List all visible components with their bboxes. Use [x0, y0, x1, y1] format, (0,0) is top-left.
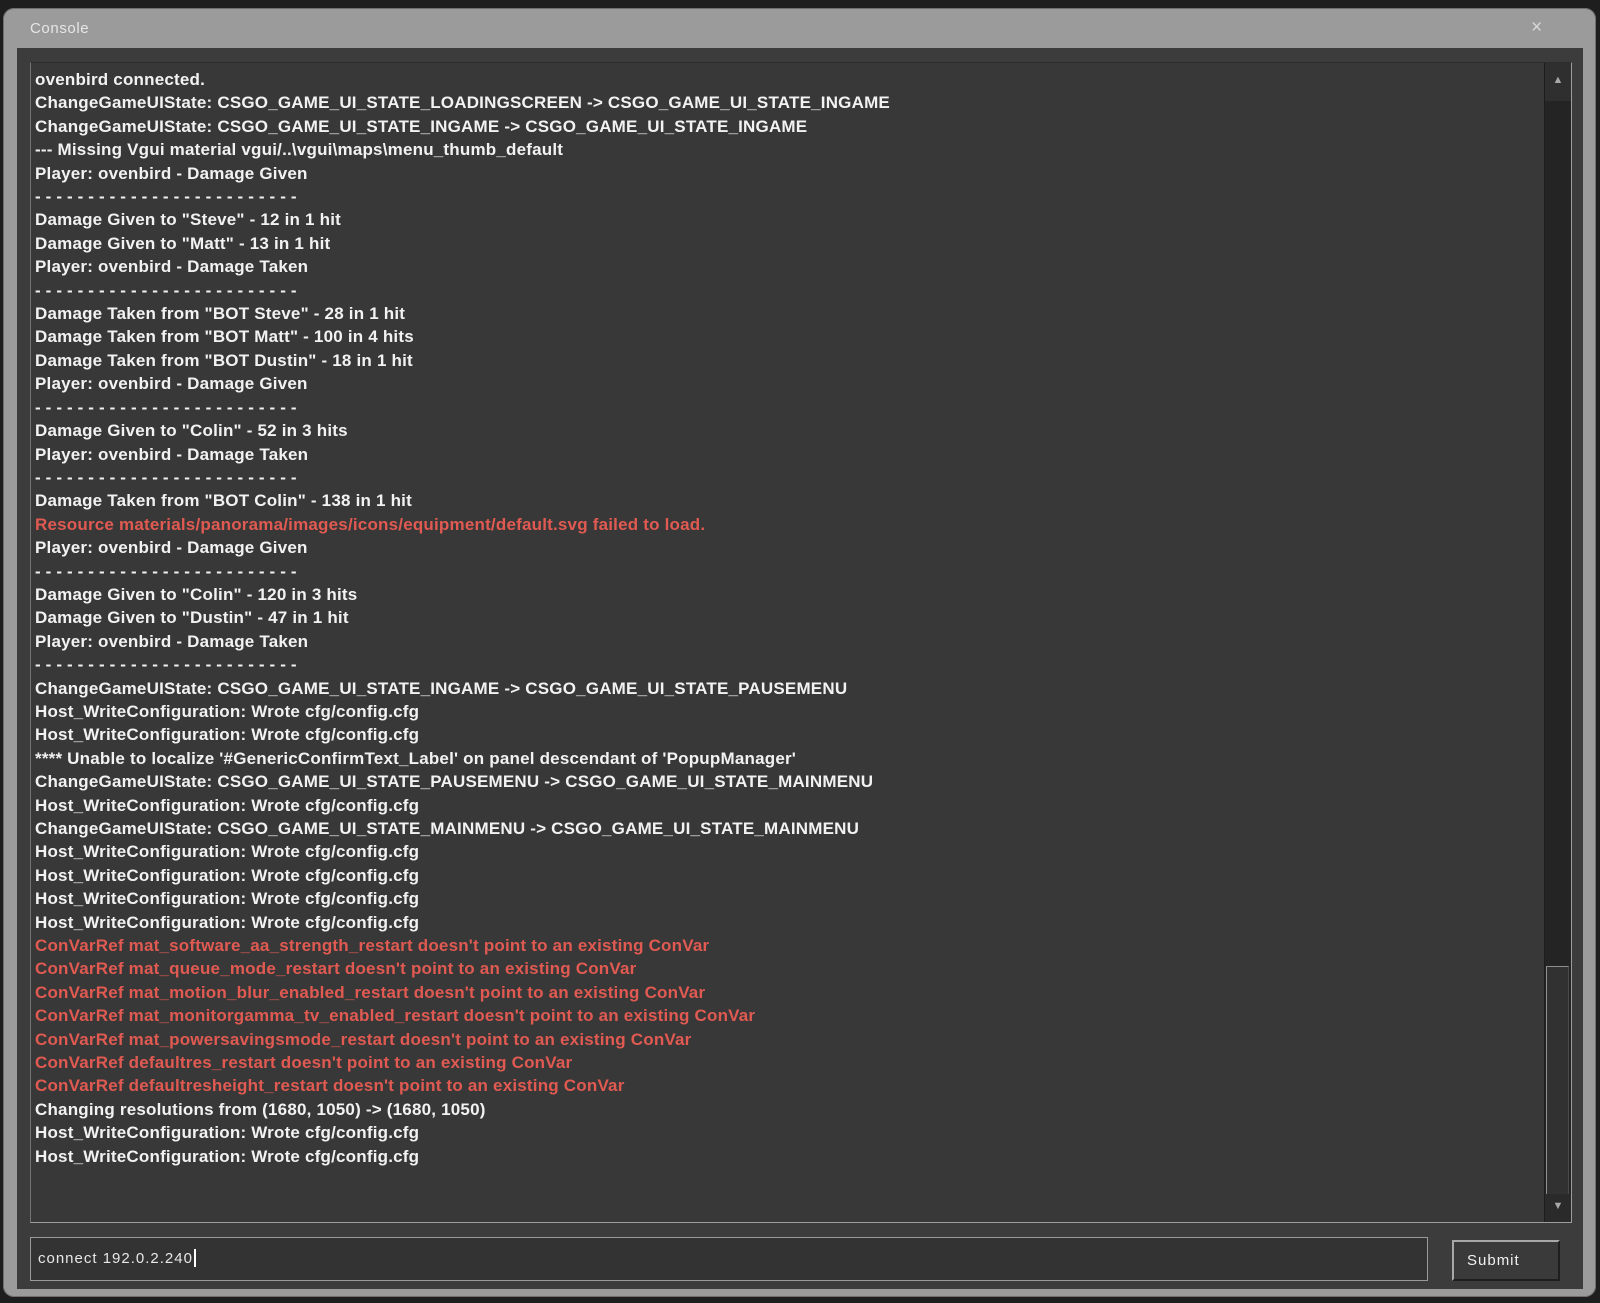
console-line: -------------------------	[35, 185, 1543, 208]
console-line: ConVarRef defaultresheight_restart doesn…	[35, 1074, 1543, 1097]
console-line: Player: ovenbird - Damage Given	[35, 162, 1543, 185]
text-cursor	[194, 1249, 196, 1267]
console-line: Damage Given to "Colin" - 120 in 3 hits	[35, 583, 1543, 606]
console-line: -------------------------	[35, 560, 1543, 583]
console-line: ConVarRef defaultres_restart doesn't poi…	[35, 1051, 1543, 1074]
console-line: Host_WriteConfiguration: Wrote cfg/confi…	[35, 840, 1543, 863]
console-line: Player: ovenbird - Damage Given	[35, 536, 1543, 559]
scroll-down-icon: ▼	[1553, 1200, 1564, 1212]
console-line: -------------------------	[35, 396, 1543, 419]
command-input-value: connect 192.0.2.240	[38, 1250, 193, 1267]
console-line: ConVarRef mat_powersavingsmode_restart d…	[35, 1028, 1543, 1051]
console-line: Player: ovenbird - Damage Taken	[35, 255, 1543, 278]
window-title: Console	[30, 20, 89, 37]
console-line: Player: ovenbird - Damage Taken	[35, 443, 1543, 466]
scroll-down-button[interactable]: ▼	[1545, 1194, 1571, 1222]
console-line: Player: ovenbird - Damage Given	[35, 372, 1543, 395]
scroll-up-icon: ▲	[1553, 74, 1564, 86]
command-input[interactable]: connect 192.0.2.240	[30, 1237, 1428, 1281]
scrollbar-thumb[interactable]	[1546, 966, 1569, 1199]
console-line: Damage Given to "Dustin" - 47 in 1 hit	[35, 606, 1543, 629]
console-line: -------------------------	[35, 466, 1543, 489]
console-line: Damage Given to "Matt" - 13 in 1 hit	[35, 232, 1543, 255]
scroll-up-button[interactable]: ▲	[1545, 63, 1571, 101]
console-lines: ovenbird connected.ChangeGameUIState: CS…	[31, 63, 1543, 1222]
console-line: Host_WriteConfiguration: Wrote cfg/confi…	[35, 723, 1543, 746]
submit-button[interactable]: Submit	[1452, 1240, 1560, 1281]
window-body: ovenbird connected.ChangeGameUIState: CS…	[17, 48, 1583, 1289]
console-output: ovenbird connected.ChangeGameUIState: CS…	[30, 62, 1572, 1223]
console-line: ConVarRef mat_monitorgamma_tv_enabled_re…	[35, 1004, 1543, 1027]
scrollbar[interactable]: ▲ ▼	[1544, 63, 1571, 1222]
console-line: Damage Taken from "BOT Colin" - 138 in 1…	[35, 489, 1543, 512]
console-line: Damage Taken from "BOT Matt" - 100 in 4 …	[35, 325, 1543, 348]
console-line: -------------------------	[35, 279, 1543, 302]
console-line: Damage Taken from "BOT Dustin" - 18 in 1…	[35, 349, 1543, 372]
console-line: Damage Given to "Colin" - 52 in 3 hits	[35, 419, 1543, 442]
console-line: ConVarRef mat_software_aa_strength_resta…	[35, 934, 1543, 957]
console-line: ChangeGameUIState: CSGO_GAME_UI_STATE_MA…	[35, 817, 1543, 840]
console-line: ChangeGameUIState: CSGO_GAME_UI_STATE_IN…	[35, 115, 1543, 138]
console-line: Host_WriteConfiguration: Wrote cfg/confi…	[35, 864, 1543, 887]
console-line: Host_WriteConfiguration: Wrote cfg/confi…	[35, 794, 1543, 817]
console-line: Host_WriteConfiguration: Wrote cfg/confi…	[35, 700, 1543, 723]
console-line: ConVarRef mat_motion_blur_enabled_restar…	[35, 981, 1543, 1004]
console-line: Changing resolutions from (1680, 1050) -…	[35, 1098, 1543, 1121]
console-line: Host_WriteConfiguration: Wrote cfg/confi…	[35, 1145, 1543, 1168]
console-line: Resource materials/panorama/images/icons…	[35, 513, 1543, 536]
console-line: Host_WriteConfiguration: Wrote cfg/confi…	[35, 887, 1543, 910]
console-line: Host_WriteConfiguration: Wrote cfg/confi…	[35, 911, 1543, 934]
close-icon[interactable]: ×	[1526, 17, 1548, 39]
console-line: ChangeGameUIState: CSGO_GAME_UI_STATE_IN…	[35, 677, 1543, 700]
title-bar[interactable]: Console ×	[3, 8, 1596, 48]
console-line: Damage Taken from "BOT Steve" - 28 in 1 …	[35, 302, 1543, 325]
console-line: ConVarRef mat_queue_mode_restart doesn't…	[35, 957, 1543, 980]
console-line: --- Missing Vgui material vgui/..\vgui\m…	[35, 138, 1543, 161]
console-line: Damage Given to "Steve" - 12 in 1 hit	[35, 208, 1543, 231]
console-line: ChangeGameUIState: CSGO_GAME_UI_STATE_LO…	[35, 91, 1543, 114]
console-line: Host_WriteConfiguration: Wrote cfg/confi…	[35, 1121, 1543, 1144]
console-line: ovenbird connected.	[35, 68, 1543, 91]
console-line: ChangeGameUIState: CSGO_GAME_UI_STATE_PA…	[35, 770, 1543, 793]
console-window: Console × ovenbird connected.ChangeGameU…	[3, 8, 1596, 1297]
console-line: **** Unable to localize '#GenericConfirm…	[35, 747, 1543, 770]
console-line: Player: ovenbird - Damage Taken	[35, 630, 1543, 653]
console-line: -------------------------	[35, 653, 1543, 676]
